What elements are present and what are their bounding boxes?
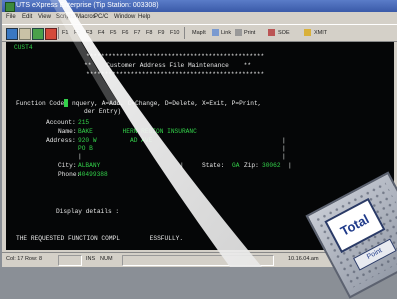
- address-line-3-marker: |: [78, 153, 82, 160]
- state-label: State:: [202, 162, 225, 169]
- menu-pcc[interactable]: PC/C: [94, 13, 108, 22]
- f9-key[interactable]: F9: [158, 28, 164, 38]
- status-cell: [122, 255, 274, 266]
- zip-end-marker: |: [288, 162, 292, 169]
- open-icon[interactable]: [6, 28, 18, 40]
- f6-key[interactable]: F6: [122, 28, 128, 38]
- menu-file[interactable]: File: [6, 13, 16, 22]
- f5-key[interactable]: F5: [110, 28, 116, 38]
- f10-key[interactable]: F10: [170, 28, 179, 38]
- phone-label: Phone:: [58, 171, 81, 178]
- toolbar: F1 F2 F3 F4 F5 F6 F7 F8 F9 F10 MapIt Lin…: [2, 24, 397, 42]
- ip-address: 10.16.04.am: [288, 256, 319, 262]
- address-end-marker: |: [282, 153, 286, 160]
- zip-field[interactable]: 30062: [262, 162, 281, 169]
- link-icon: [212, 29, 219, 36]
- window-title: UTS eXpress Enterprise (Tip Station: 003…: [16, 2, 159, 9]
- xmit-icon: [304, 29, 311, 36]
- name-field[interactable]: BAKE HERN REGION INSURANC: [78, 128, 197, 135]
- menu-help[interactable]: Help: [138, 13, 150, 22]
- f2-key[interactable]: F2: [74, 28, 80, 38]
- f1-key[interactable]: F1: [62, 28, 68, 38]
- menu-scripts-macros[interactable]: Scripts/Macros: [56, 13, 96, 22]
- soe-button[interactable]: SOE: [278, 28, 290, 38]
- screen-title: ** Customer Address File Maintenance **: [84, 62, 252, 69]
- screen-tag: CUST4: [14, 44, 33, 51]
- print-button[interactable]: Print: [244, 28, 255, 38]
- xmit-button[interactable]: XMIT: [314, 28, 327, 38]
- print-icon: [235, 29, 242, 36]
- stars-bottom: ****************************************…: [86, 71, 265, 78]
- connect-icon[interactable]: [32, 28, 44, 40]
- f3-key[interactable]: F3: [86, 28, 92, 38]
- stars-top: ****************************************…: [86, 53, 265, 60]
- f7-key[interactable]: F7: [134, 28, 140, 38]
- num-indicator: NUM: [100, 256, 113, 262]
- save-icon[interactable]: [19, 28, 31, 40]
- state-field[interactable]: GA: [232, 162, 239, 169]
- cursor-position: Col: 17 Row: 8: [6, 256, 43, 262]
- mapit-button[interactable]: MapIt: [192, 28, 206, 38]
- function-code-help: nquery, A=Add, C=Change, D=Delete, X=Exi…: [72, 100, 262, 107]
- address-line-1[interactable]: 920 W AD AVE: [78, 137, 152, 144]
- f8-key[interactable]: F8: [146, 28, 152, 38]
- disconnect-icon[interactable]: [45, 28, 57, 40]
- status-message: THE REQUESTED FUNCTION COMPL ESSFULLY.: [16, 235, 184, 242]
- address-end-marker: |: [282, 137, 286, 144]
- menu-bar: File Edit View Scripts/Macros PC/C Windo…: [2, 13, 397, 22]
- status-cell: [58, 255, 82, 266]
- soe-icon: [268, 29, 275, 36]
- app-icon: [5, 2, 15, 12]
- f4-key[interactable]: F4: [98, 28, 104, 38]
- menu-window[interactable]: Window: [114, 13, 135, 22]
- city-end-marker: |: [180, 162, 184, 169]
- address-label: Address:: [46, 137, 76, 144]
- account-field[interactable]: 215: [78, 119, 89, 126]
- address-end-marker: |: [282, 145, 286, 152]
- menu-edit[interactable]: Edit: [22, 13, 32, 22]
- zip-label: Zip:: [244, 162, 259, 169]
- toolbar-separator: [58, 27, 59, 39]
- function-code-label: Function Code:: [16, 100, 68, 107]
- link-button[interactable]: Link: [221, 28, 231, 38]
- city-field[interactable]: ALBANY: [78, 162, 100, 169]
- address-line-2[interactable]: PO B: [78, 145, 93, 152]
- display-details-label: Display details :: [56, 208, 120, 215]
- title-bar: UTS eXpress Enterprise (Tip Station: 003…: [2, 0, 397, 12]
- ins-indicator: INS: [86, 256, 96, 262]
- toolbar-separator: [184, 27, 185, 39]
- menu-view[interactable]: View: [38, 13, 51, 22]
- function-code-help-2: der Entry): [84, 108, 122, 115]
- account-label: Account:: [46, 119, 76, 126]
- phone-field[interactable]: 40499388: [78, 171, 108, 178]
- city-label: City:: [58, 162, 77, 169]
- function-code-input[interactable]: [64, 99, 68, 107]
- name-label: Name:: [58, 128, 77, 135]
